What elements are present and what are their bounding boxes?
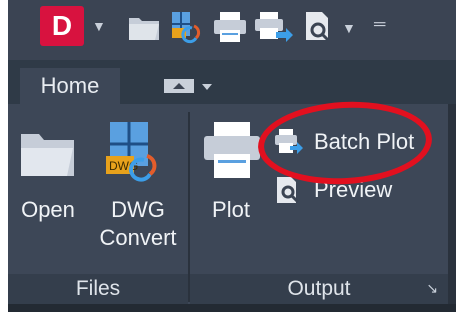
- ribbon-bottom-edge: [8, 304, 456, 312]
- batch-plot-icon[interactable]: [254, 10, 294, 44]
- tab-minimize-toggle[interactable]: [164, 78, 220, 96]
- ribbon-tab-strip: Home: [8, 60, 456, 104]
- app-menu-caret-icon[interactable]: ▼: [92, 18, 106, 34]
- ribbon-scroll-edge: [448, 104, 456, 304]
- open-folder-icon[interactable]: [18, 126, 78, 182]
- tab-home[interactable]: Home: [20, 68, 120, 104]
- dwg-convert-icon[interactable]: DWG: [104, 120, 164, 184]
- files-panel-title: Files: [8, 274, 188, 304]
- panel-launcher-icon[interactable]: ↘: [426, 280, 438, 297]
- open-folder-icon[interactable]: [126, 10, 162, 44]
- plot-button-label[interactable]: Plot: [198, 196, 264, 224]
- preview-icon[interactable]: [302, 10, 338, 44]
- quick-access-toolbar: D ▼ ▼ ═: [8, 0, 456, 60]
- tab-minimize-icon: [164, 79, 212, 93]
- customize-caret-icon[interactable]: ═: [374, 16, 385, 34]
- dwg-label-line2: Convert: [99, 225, 177, 250]
- open-button-label[interactable]: Open: [16, 196, 80, 224]
- output-panel-title: Output: [190, 274, 448, 304]
- app-menu-button[interactable]: D: [40, 6, 84, 46]
- plot-icon[interactable]: [202, 120, 262, 184]
- dwg-label-line1: DWG: [111, 197, 165, 222]
- preview-caret-icon[interactable]: ▼: [342, 20, 356, 36]
- dwg-convert-button-label[interactable]: DWG Convert: [96, 196, 180, 252]
- print-icon[interactable]: [212, 10, 248, 44]
- dwg-convert-icon[interactable]: [168, 10, 204, 46]
